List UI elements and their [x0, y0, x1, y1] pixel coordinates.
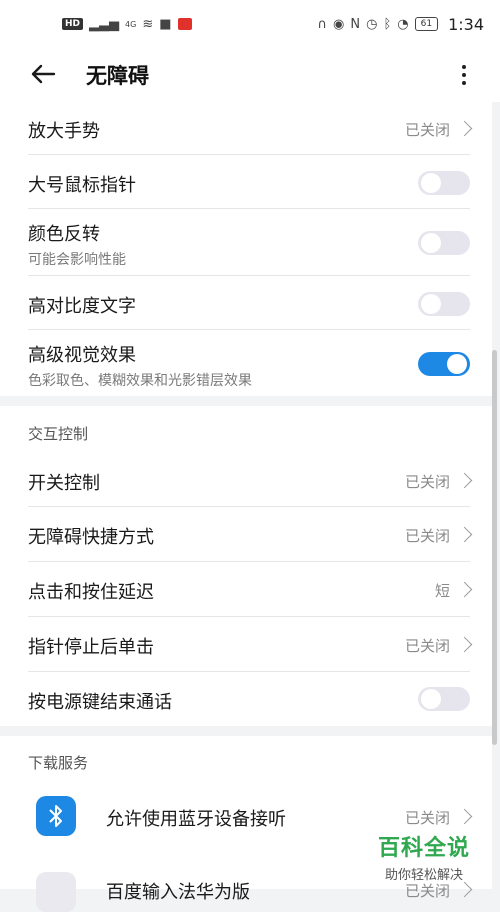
setting-subtitle: 色彩取色、模糊效果和光影错层效果	[28, 373, 252, 389]
chevron-right-icon	[456, 526, 473, 543]
setting-large-pointer[interactable]: 大号鼠标指针	[0, 155, 492, 209]
setting-value: 已关闭	[404, 121, 450, 139]
setting-subtitle: 可能会影响性能	[28, 252, 126, 268]
battery-icon: 61	[414, 17, 439, 31]
large-pointer-toggle[interactable]	[418, 171, 470, 195]
setting-title: 无障碍快捷方式	[28, 527, 154, 548]
nfc-icon: N	[350, 16, 361, 32]
setting-title: 开关控制	[28, 473, 100, 494]
setting-title: 放大手势	[28, 121, 100, 142]
scrollbar[interactable]	[492, 350, 497, 745]
wifi-icon: ≋	[142, 16, 154, 32]
download-item-title: 百度输入法华为版	[106, 882, 250, 903]
baidu-input-icon	[36, 872, 76, 912]
toggle-knob	[421, 233, 441, 253]
setting-title: 大号鼠标指针	[28, 175, 136, 196]
toggle-knob	[421, 689, 441, 709]
section-title: 下载服务	[28, 754, 89, 772]
speed-icon: ◔	[397, 16, 409, 32]
setting-title: 颜色反转	[28, 224, 100, 245]
download-item-title: 允许使用蓝牙设备接听	[106, 809, 286, 830]
alarm-icon: ◷	[366, 16, 378, 32]
chevron-right-icon	[456, 472, 473, 489]
setting-touch-hold-delay[interactable]: 点击和按住延迟 短	[0, 562, 492, 617]
vision-settings-card: 放大手势 已关闭 大号鼠标指针 颜色反转 可能会影响性能 高对比度文字 高级视觉…	[0, 102, 492, 396]
setting-magnification-gesture[interactable]: 放大手势 已关闭	[0, 102, 492, 155]
download-item-value: 已关闭	[404, 809, 450, 827]
setting-power-ends-call[interactable]: 按电源键结束通话	[0, 672, 492, 726]
interaction-settings-card: 交互控制 开关控制 已关闭 无障碍快捷方式 已关闭 点击和按住延迟 短 指针停止…	[0, 406, 492, 726]
power-ends-call-toggle[interactable]	[418, 687, 470, 711]
hd-indicator: HD	[62, 18, 84, 30]
watermark: 百科全说 助你轻松解决	[378, 830, 470, 883]
headphone-icon: ∩	[317, 16, 328, 32]
chevron-right-icon	[456, 581, 473, 598]
watermark-title: 百科全说	[378, 836, 471, 861]
back-button[interactable]	[26, 58, 60, 90]
clock: 1:34	[448, 14, 484, 34]
app-bar: 无障碍	[0, 48, 500, 102]
setting-value: 已关闭	[404, 637, 450, 655]
bluetooth-icon	[36, 796, 76, 836]
more-dot-icon	[462, 81, 466, 85]
toggle-knob	[421, 173, 441, 193]
setting-value: 已关闭	[404, 473, 450, 491]
setting-title: 按电源键结束通话	[28, 692, 172, 713]
setting-value: 已关闭	[404, 527, 450, 545]
setting-title: 指针停止后单击	[28, 637, 154, 658]
eye-icon: ◉	[333, 16, 345, 32]
app-notification-icon	[177, 18, 192, 30]
signal-icon: ▂▃▅	[89, 16, 120, 32]
back-arrow-icon	[31, 64, 56, 84]
setting-color-inversion[interactable]: 颜色反转 可能会影响性能	[0, 209, 492, 276]
setting-high-contrast-text[interactable]: 高对比度文字	[0, 276, 492, 330]
more-options-button[interactable]	[452, 58, 476, 92]
toggle-knob	[421, 294, 441, 314]
advanced-visual-toggle[interactable]	[418, 352, 470, 376]
chevron-right-icon	[456, 120, 473, 137]
setting-dwell-click[interactable]: 指针停止后单击 已关闭	[0, 617, 492, 672]
setting-title: 高对比度文字	[28, 296, 136, 317]
chevron-right-icon	[456, 636, 473, 653]
bluetooth-status-icon: ᛒ	[383, 16, 392, 32]
setting-title: 点击和按住延迟	[28, 582, 154, 603]
high-contrast-toggle[interactable]	[418, 292, 470, 316]
chevron-right-icon	[456, 881, 473, 898]
more-dot-icon	[462, 65, 466, 69]
chevron-right-icon	[456, 808, 473, 825]
setting-advanced-visual-effects[interactable]: 高级视觉效果 色彩取色、模糊效果和光影错层效果	[0, 330, 492, 396]
setting-accessibility-shortcut[interactable]: 无障碍快捷方式 已关闭	[0, 507, 492, 562]
setting-value: 短	[434, 582, 450, 600]
toggle-knob	[447, 354, 467, 374]
download-item-value: 已关闭	[404, 882, 450, 900]
page-title: 无障碍	[86, 64, 149, 88]
net-type: 4G	[125, 19, 137, 29]
section-title: 交互控制	[28, 425, 89, 443]
more-dot-icon	[462, 73, 466, 77]
setting-switch-control[interactable]: 开关控制 已关闭	[0, 453, 492, 507]
watermark-subtitle: 助你轻松解决	[385, 868, 464, 883]
video-icon: ■	[159, 16, 172, 32]
setting-title: 高级视觉效果	[28, 345, 136, 366]
status-bar: HD ▂▃▅ 4G ≋ ■ ∩ ◉ N ◷ ᛒ ◔ 61 1:34	[0, 0, 500, 48]
color-inversion-toggle[interactable]	[418, 231, 470, 255]
